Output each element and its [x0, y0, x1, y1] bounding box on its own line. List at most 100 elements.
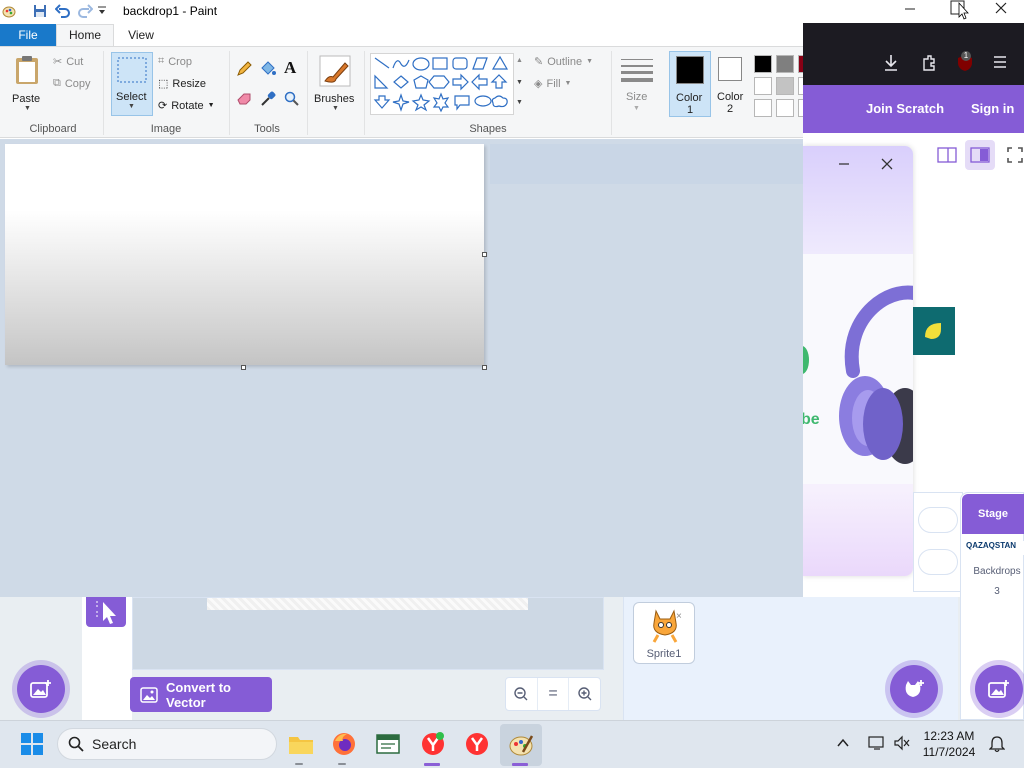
fill-icon: ◈: [534, 78, 543, 90]
pencil-icon[interactable]: [236, 61, 252, 77]
color1-button[interactable]: Color 1: [669, 51, 711, 117]
fullscreen-icon[interactable]: [1006, 146, 1024, 164]
fill-bucket-icon[interactable]: [259, 61, 277, 77]
select-dropdown-icon: ▼: [128, 103, 135, 110]
quick-access-dropdown-icon[interactable]: [98, 6, 106, 16]
crop-button[interactable]: ⌗ Crop: [158, 55, 192, 68]
close-icon[interactable]: [881, 158, 893, 170]
delete-sprite-icon[interactable]: ×: [676, 611, 682, 622]
choose-sprite-button[interactable]: [890, 665, 938, 713]
zoom-controls: =: [505, 677, 601, 711]
taskbar-search[interactable]: Search: [57, 728, 277, 760]
large-stage-icon[interactable]: [965, 140, 995, 170]
shapes-expand-icon[interactable]: ▼: [516, 99, 523, 106]
color-picker-icon[interactable]: [260, 91, 276, 107]
yandex-browser-alt-icon[interactable]: [417, 728, 449, 760]
resize-icon: ⬚: [158, 78, 169, 90]
color2-swatch: [718, 57, 742, 81]
size-field[interactable]: [918, 549, 958, 575]
color2-button[interactable]: Color 2: [713, 51, 751, 117]
download-icon[interactable]: [883, 54, 899, 72]
ribbon-separator: [307, 51, 308, 135]
paint-app-icon: [2, 4, 16, 18]
sprite-tile[interactable]: × Sprite1: [633, 602, 695, 664]
window-minimize-icon[interactable]: [903, 2, 917, 16]
select-button[interactable]: Select ▼: [111, 52, 153, 116]
resize-handle-corner[interactable]: [482, 365, 487, 370]
extensions-icon[interactable]: [921, 54, 937, 72]
join-scratch-link[interactable]: Join Scratch: [866, 101, 944, 116]
zoom-out-button[interactable]: [506, 678, 538, 710]
palette-swatch[interactable]: [798, 77, 803, 95]
add-backdrop-icon: [988, 680, 1009, 698]
select-tool-button[interactable]: [86, 597, 126, 627]
volume-muted-icon[interactable]: [893, 735, 911, 751]
palette-swatch[interactable]: [754, 77, 772, 95]
size-label: Size: [626, 91, 648, 103]
palette-swatch[interactable]: [754, 55, 772, 73]
palette-swatch[interactable]: [754, 99, 772, 117]
menu-icon[interactable]: [993, 55, 1007, 69]
outline-button[interactable]: ✎ Outline ▼: [534, 55, 593, 69]
color2-number: 2: [727, 103, 734, 115]
paint-taskbar-button[interactable]: [500, 724, 542, 766]
redo-icon[interactable]: [77, 4, 93, 18]
clock[interactable]: 12:23 AM 11/7/2024: [914, 728, 984, 760]
fill-button[interactable]: ◈ Fill ▼: [534, 77, 571, 91]
rotate-button[interactable]: ⟳ Rotate ▼: [158, 99, 215, 113]
fill-label: Fill: [546, 77, 561, 90]
window-maximize-icon[interactable]: [950, 0, 972, 20]
firefox-icon[interactable]: [328, 728, 360, 760]
drawing-canvas[interactable]: [5, 144, 484, 365]
sign-in-link[interactable]: Sign in: [971, 101, 1014, 116]
palette-swatch[interactable]: [798, 99, 803, 117]
palette-swatch[interactable]: [776, 77, 794, 95]
convert-to-vector-button[interactable]: Convert to Vector: [130, 677, 272, 712]
show-hidden-icons[interactable]: [836, 736, 850, 750]
color1-label: Color: [676, 92, 703, 104]
palette-swatch[interactable]: [776, 55, 794, 73]
brushes-label: Brushes: [314, 93, 355, 105]
shapes-scroll-down-icon[interactable]: ▼: [516, 79, 523, 86]
zoom-reset-button[interactable]: =: [538, 678, 570, 710]
start-button[interactable]: [16, 728, 48, 760]
network-icon[interactable]: [868, 735, 886, 751]
size-button[interactable]: Size ▼: [617, 51, 657, 117]
window-close-icon[interactable]: [994, 1, 1008, 15]
choose-backdrop-button[interactable]: [17, 665, 65, 713]
small-stage-icon[interactable]: [934, 142, 960, 168]
palette-swatch[interactable]: [776, 99, 794, 117]
copy-button[interactable]: ⧉ Copy: [53, 77, 91, 90]
undo-icon[interactable]: [55, 4, 71, 18]
notification-bell-icon[interactable]: [989, 735, 1005, 753]
palette-swatch[interactable]: [798, 55, 803, 73]
paste-button[interactable]: Paste ▼: [8, 51, 46, 112]
shapes-scroll-up-icon[interactable]: ▲: [516, 57, 523, 64]
resize-handle-bottom[interactable]: [241, 365, 246, 370]
save-icon[interactable]: [33, 4, 47, 18]
eraser-icon[interactable]: [236, 91, 254, 105]
brushes-button[interactable]: Brushes ▼: [312, 51, 358, 117]
file-explorer-icon[interactable]: [285, 728, 317, 760]
zoom-in-button[interactable]: [569, 678, 600, 710]
text-tool-icon[interactable]: A: [284, 58, 296, 78]
magnifier-icon[interactable]: [284, 91, 300, 107]
ribbon-separator: [103, 51, 104, 135]
minimize-icon[interactable]: [838, 158, 850, 170]
resize-handle-right[interactable]: [482, 252, 487, 257]
windows-logo-icon: [21, 733, 43, 755]
notepad-app-icon[interactable]: [372, 728, 404, 760]
choose-stage-backdrop-button[interactable]: [975, 665, 1023, 713]
direction-field[interactable]: [918, 507, 958, 533]
stage-thumbnail: QAZAQSTAN: [966, 541, 1024, 555]
tab-home[interactable]: Home: [56, 24, 114, 47]
resize-button[interactable]: ⬚ Resize: [158, 77, 206, 91]
shapes-gallery[interactable]: [370, 53, 514, 115]
yandex-browser-icon[interactable]: [461, 728, 493, 760]
cut-button[interactable]: ✂ Cut: [53, 55, 83, 69]
tab-file[interactable]: File: [0, 24, 56, 46]
add-sprite-icon: [905, 680, 924, 697]
select-arrow-icon: [96, 601, 116, 624]
tab-view[interactable]: View: [118, 24, 164, 46]
scratch-extension-tile[interactable]: [913, 307, 955, 355]
